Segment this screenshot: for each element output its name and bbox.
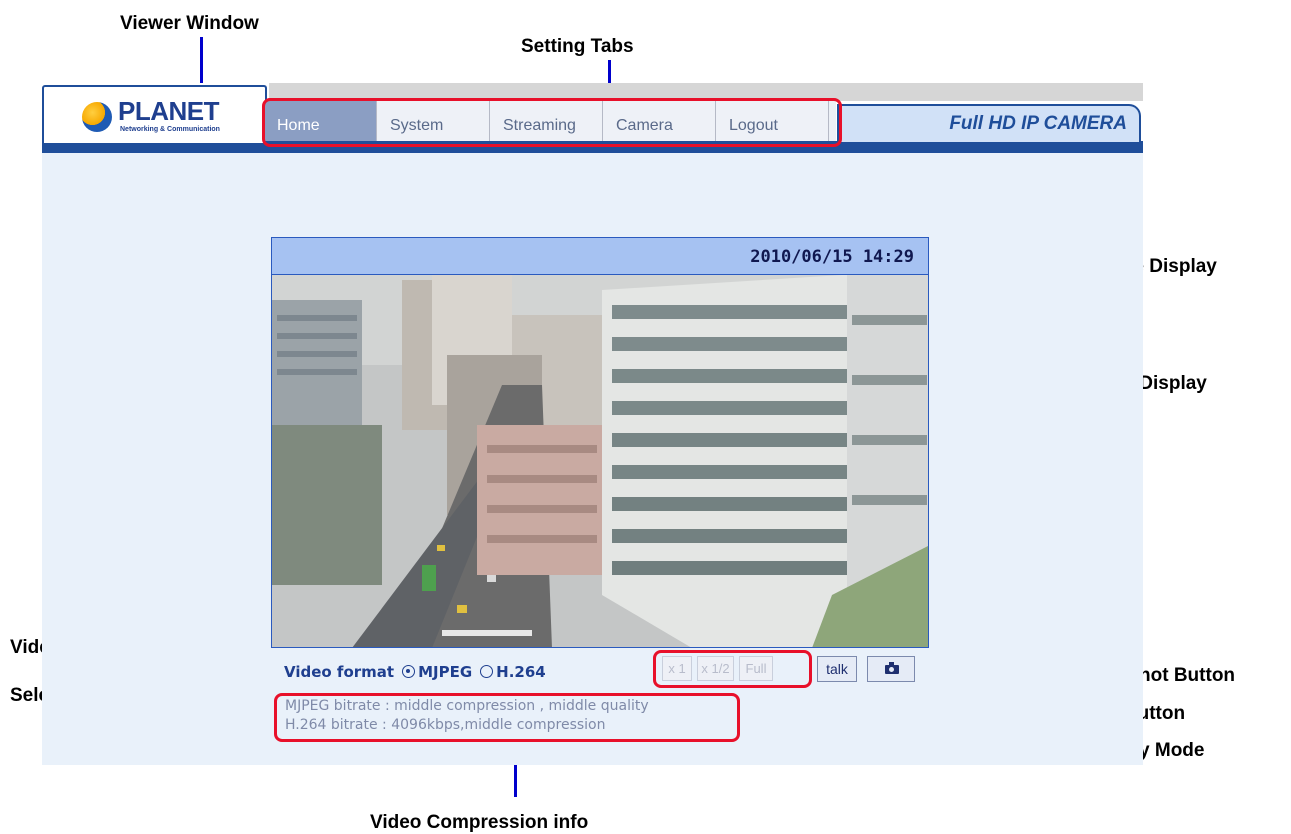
globe-icon — [82, 102, 112, 132]
talk-button[interactable]: talk — [817, 656, 857, 682]
logo: PLANET Networking & Communication — [42, 85, 267, 143]
annotation-setting-tabs: Setting Tabs — [521, 36, 634, 57]
brand-title: Full HD IP CAMERA — [949, 113, 1127, 134]
h264-option-label[interactable]: H.264 — [496, 663, 546, 681]
video-format-selector: Video format MJPEG H.264 — [284, 663, 546, 681]
logo-subtitle: Networking & Communication — [120, 126, 220, 133]
brand-banner: Full HD IP CAMERA — [837, 104, 1141, 142]
highlight-setting-tabs — [262, 98, 842, 147]
pointer-line-viewer — [200, 37, 203, 87]
time-display: 2010/06/15 14:29 — [271, 237, 929, 275]
city-street-image — [272, 275, 928, 647]
video-format-label: Video format — [284, 663, 395, 681]
highlight-compression-info — [274, 693, 740, 742]
timestamp: 2010/06/15 14:29 — [750, 247, 914, 267]
h264-radio[interactable] — [480, 665, 494, 678]
mjpeg-radio[interactable] — [402, 665, 416, 678]
logo-text: PLANET — [118, 96, 220, 126]
annotation-compression-info: Video Compression info — [370, 812, 589, 833]
highlight-display-mode — [653, 650, 812, 688]
mjpeg-option-label[interactable]: MJPEG — [418, 663, 472, 681]
snapshot-button[interactable] — [867, 656, 915, 682]
video-feed — [271, 275, 929, 648]
viewer-window: PLANET Networking & Communication Home S… — [42, 83, 1143, 765]
camera-icon — [885, 662, 899, 674]
annotation-viewer-window: Viewer Window — [120, 13, 259, 34]
